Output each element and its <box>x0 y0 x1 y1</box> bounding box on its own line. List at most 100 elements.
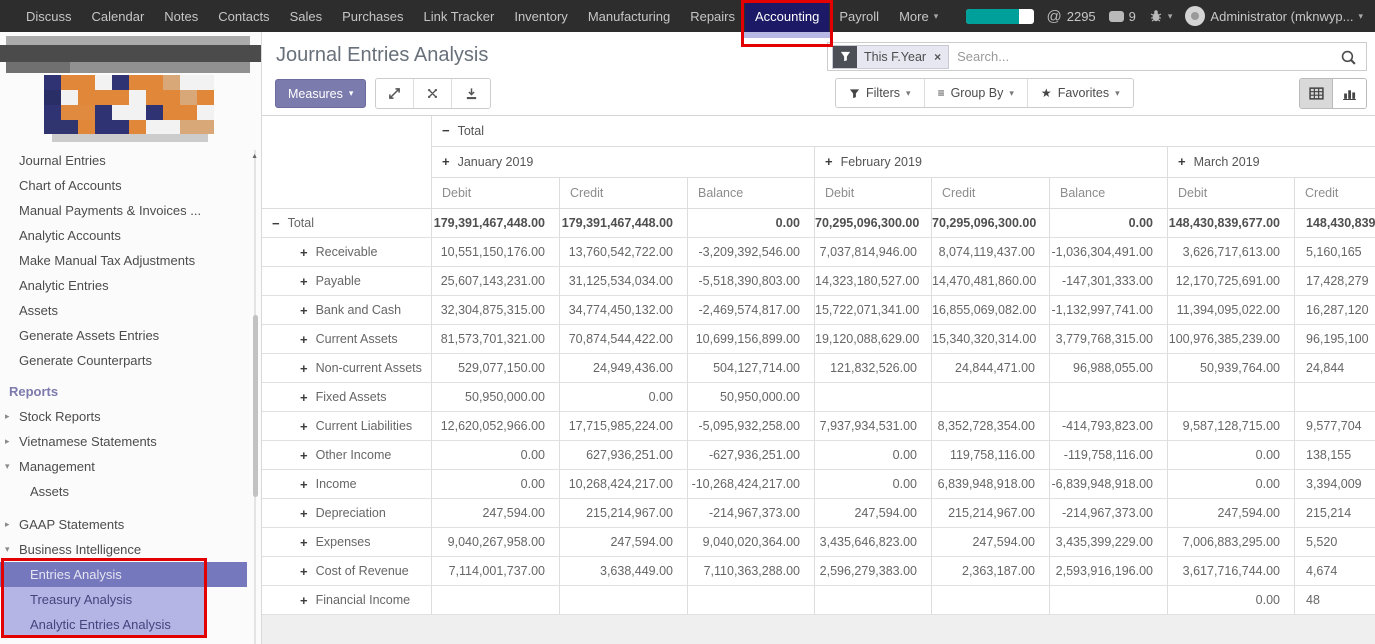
filters-button[interactable]: Filters ▾ <box>836 79 925 107</box>
pivot-month-header[interactable]: +February 2019 <box>815 147 1168 177</box>
nav-item[interactable]: Link Tracker <box>414 0 505 32</box>
pivot-row-header[interactable]: +Payable <box>262 267 432 296</box>
nav-item[interactable]: Notes <box>154 0 208 32</box>
pivot-row-header[interactable]: +Fixed Assets <box>262 383 432 412</box>
sidebar-item[interactable]: Reports <box>0 379 261 404</box>
expand-plus-icon: + <box>300 332 308 347</box>
apps-usage-progress-fill <box>966 9 1019 24</box>
sidebar-item[interactable]: Journal Entries <box>0 148 261 173</box>
group-by-icon: ≡ <box>938 86 945 100</box>
pivot-row-header[interactable]: −Total <box>262 209 432 238</box>
pivot-cell <box>1168 383 1295 412</box>
nav-item[interactable]: Contacts <box>208 0 279 32</box>
pivot-row-header[interactable]: +Current Liabilities <box>262 412 432 441</box>
scroll-up-icon[interactable]: ▲ <box>251 153 258 160</box>
pivot-cell: -627,936,251.00 <box>688 441 815 470</box>
sidebar-item[interactable]: Manual Payments & Invoices ... <box>0 198 261 223</box>
pivot-measure-header[interactable]: Balance <box>688 178 815 209</box>
avatar <box>1185 6 1205 26</box>
nav-item[interactable]: Purchases <box>332 0 413 32</box>
nav-item[interactable]: Inventory <box>504 0 577 32</box>
user-label: Administrator (mknwyp... <box>1210 9 1353 24</box>
messages-button[interactable]: 9 <box>1109 9 1136 24</box>
pivot-row-header[interactable]: +Financial Income <box>262 586 432 615</box>
sidebar-item[interactable]: ▸ Stock Reports <box>0 404 261 429</box>
pivot-month-header[interactable]: +March 2019 <box>1168 147 1375 177</box>
pivot-cell: 81,573,701,321.00 <box>432 325 560 354</box>
sidebar-item[interactable]: Analytic Entries <box>0 273 261 298</box>
pivot-row-header[interactable]: +Current Assets <box>262 325 432 354</box>
pivot-month-header[interactable]: +January 2019 <box>432 147 815 177</box>
pivot-row-header[interactable]: +Income <box>262 470 432 499</box>
nav-item[interactable]: Repairs <box>680 0 745 32</box>
pivot-measure-header[interactable]: Credit <box>560 178 688 209</box>
nav-item[interactable]: Calendar <box>82 0 155 32</box>
sidebar-item[interactable]: Analytic Entries Analysis <box>2 612 206 637</box>
pivot-measure-header[interactable]: Debit <box>432 178 560 209</box>
pivot-row-header[interactable]: +Other Income <box>262 441 432 470</box>
pivot-view-button[interactable] <box>1300 79 1333 108</box>
pivot-row-header[interactable]: +Non-current Assets <box>262 354 432 383</box>
sidebar-item[interactable]: Chart of Accounts <box>0 173 261 198</box>
pivot-cell: 121,832,526.00 <box>815 354 932 383</box>
pivot-measure-header[interactable]: Credit <box>1295 178 1375 209</box>
pivot-cell: 179,391,467,448.00 <box>560 209 688 238</box>
sidebar-item[interactable]: ▾ Business Intelligence <box>0 537 261 562</box>
apps-usage-progress[interactable] <box>966 9 1034 24</box>
pivot-cell: 32,304,875,315.00 <box>432 296 560 325</box>
pivot-measure-header[interactable]: Debit <box>815 178 932 209</box>
pivot-cell: 148,430,839, <box>1295 209 1375 238</box>
nav-item[interactable]: Manufacturing <box>578 0 680 32</box>
download-button[interactable] <box>452 79 490 108</box>
favorites-button[interactable]: ★ Favorites ▾ <box>1028 79 1133 107</box>
pivot-col-total-header[interactable]: −Total <box>432 116 1375 147</box>
pivot-cell: 3,435,399,229.00 <box>1050 528 1168 557</box>
nav-item[interactable]: Accounting <box>745 0 829 32</box>
pivot-cell: 31,125,534,034.00 <box>560 267 688 296</box>
pivot-row-header[interactable]: +Expenses <box>262 528 432 557</box>
group-by-button[interactable]: ≡ Group By ▾ <box>925 79 1028 107</box>
pivot-row-header[interactable]: +Cost of Revenue <box>262 557 432 586</box>
measures-button[interactable]: Measures ▾ <box>275 79 366 108</box>
nav-item[interactable]: Payroll <box>829 0 889 32</box>
mentions-button[interactable]: @ 2295 <box>1047 8 1096 25</box>
pivot-measure-header[interactable]: Balance <box>1050 178 1168 209</box>
nav-item[interactable]: Sales <box>280 0 333 32</box>
pivot-measure-header[interactable]: Debit <box>1168 178 1295 209</box>
sidebar-item[interactable]: Generate Counterparts <box>0 348 261 373</box>
nav-item[interactable]: More ▾ <box>889 0 948 32</box>
pivot-row-header[interactable]: +Bank and Cash <box>262 296 432 325</box>
flip-axis-button[interactable] <box>414 79 452 108</box>
debug-menu-button[interactable]: ▾ <box>1149 9 1173 23</box>
search-magnifier-icon[interactable] <box>1340 49 1357 69</box>
pivot-row-header[interactable]: +Depreciation <box>262 499 432 528</box>
sidebar-item[interactable]: Invoices Analysis <box>0 637 261 644</box>
facet-remove-icon[interactable]: × <box>933 46 948 68</box>
pivot-cell: 70,295,096,300.00 <box>932 209 1050 238</box>
pivot-row: +Financial Income 0.00 48 <box>262 586 1375 615</box>
nav-item[interactable]: Discuss <box>16 0 82 32</box>
sidebar-item[interactable]: ▾ Management <box>0 454 261 479</box>
sidebar-scrollbar-thumb[interactable] <box>253 315 258 497</box>
sidebar-item[interactable]: ▸ GAAP Statements <box>0 512 261 537</box>
pivot-cell: 7,037,814,946.00 <box>815 238 932 267</box>
sidebar-item[interactable]: Entries Analysis <box>0 562 247 587</box>
sidebar-item[interactable]: Assets <box>0 479 261 504</box>
sidebar-item[interactable]: Analytic Accounts <box>0 223 261 248</box>
sidebar-item[interactable]: Generate Assets Entries <box>0 323 261 348</box>
search-facet[interactable]: This F.Year × <box>832 45 949 69</box>
sidebar-item[interactable]: Treasury Analysis <box>2 587 206 612</box>
search-input[interactable] <box>957 49 1336 64</box>
expand-plus-icon: − <box>272 216 280 231</box>
bug-icon <box>1149 9 1163 23</box>
sidebar-item[interactable]: Assets <box>0 298 261 323</box>
sidebar-item[interactable]: ▸ Vietnamese Statements <box>0 429 261 454</box>
user-menu[interactable]: Administrator (mknwyp... ▾ <box>1185 6 1363 26</box>
graph-view-button[interactable] <box>1333 79 1366 108</box>
pivot-measure-header[interactable]: Credit <box>932 178 1050 209</box>
pivot-row-header[interactable]: +Receivable <box>262 238 432 267</box>
pivot-cell: 6,839,948,918.00 <box>932 470 1050 499</box>
sidebar-item[interactable]: Make Manual Tax Adjustments <box>0 248 261 273</box>
expand-all-button[interactable] <box>376 79 414 108</box>
pivot-cell: 0.00 <box>560 383 688 412</box>
